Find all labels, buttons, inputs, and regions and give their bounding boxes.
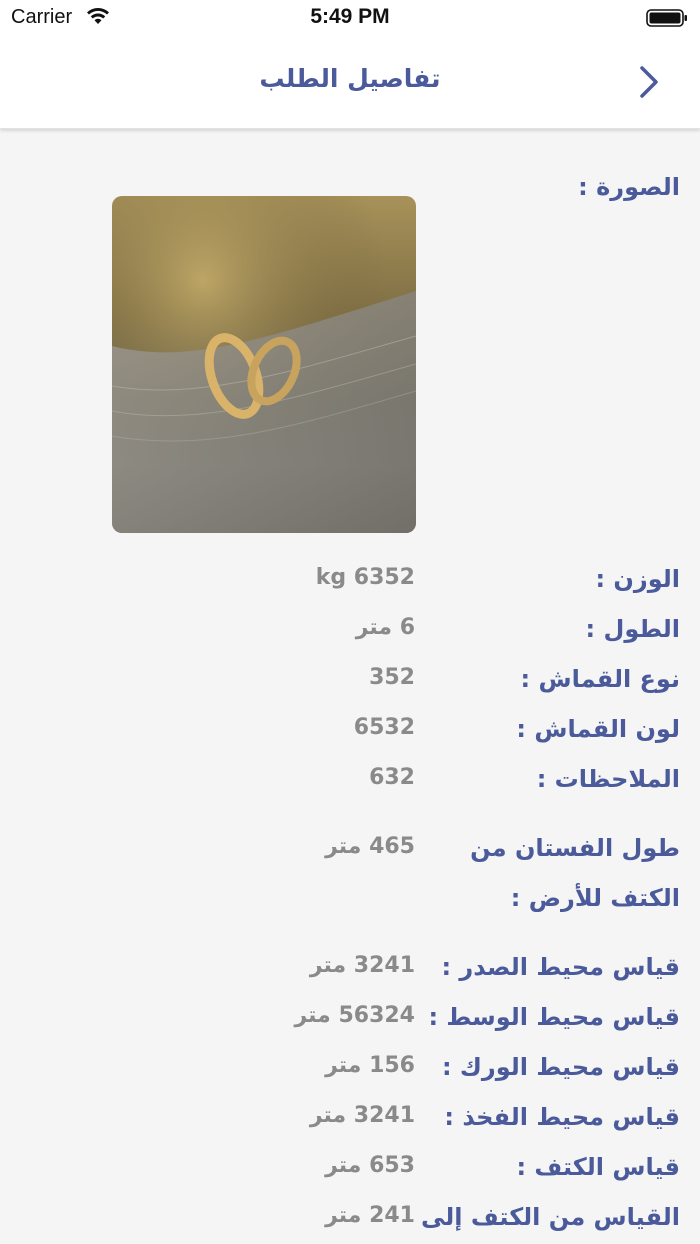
weight-value: kg 6352 (315, 565, 415, 590)
shoulder-to-label: القياس من الكتف إلى (420, 1203, 680, 1231)
rings-image (112, 196, 416, 533)
shoulder-value: 653 متر (325, 1153, 415, 1178)
length-value: 6 متر (355, 615, 415, 640)
chevron-right-icon (640, 66, 658, 98)
fabric-color-label: لون القماش : (516, 715, 680, 743)
status-time: 5:49 PM (310, 5, 390, 28)
shoulder-to-value: 241 متر (325, 1203, 415, 1228)
hip-label: قياس محيط الورك : (441, 1053, 680, 1081)
chest-label: قياس محيط الصدر : (441, 953, 680, 981)
dress-length-label-line1: طول الفستان من (470, 834, 680, 862)
dress-length-label-line2: الكتف للأرض : (510, 884, 680, 912)
thigh-label: قياس محيط الفخذ : (444, 1103, 680, 1131)
order-photo[interactable] (112, 196, 416, 533)
navigation-bar: تفاصيل الطلب (0, 40, 700, 129)
back-button[interactable] (628, 62, 672, 102)
waist-value: 56324 متر (294, 1003, 416, 1028)
notes-value: 632 (369, 765, 415, 790)
chest-value: 3241 متر (309, 953, 415, 978)
waist-label: قياس محيط الوسط : (428, 1003, 680, 1031)
dress-length-value: 465 متر (325, 834, 415, 859)
shoulder-label: قياس الكتف : (516, 1153, 680, 1181)
fabric-type-label: نوع القماش : (520, 665, 681, 693)
weight-label: الوزن : (595, 565, 680, 593)
photo-label: الصورة : (578, 173, 680, 201)
page-title: تفاصيل الطلب (259, 64, 441, 93)
battery-icon (646, 9, 688, 27)
fabric-color-value: 6532 (353, 715, 415, 740)
fabric-type-value: 352 (369, 665, 415, 690)
hip-value: 156 متر (325, 1053, 415, 1078)
thigh-value: 3241 متر (309, 1103, 415, 1128)
notes-label: الملاحظات : (536, 765, 680, 793)
order-details: الصورة : الوزن : kg 6352 الطول : 6 متر ن… (0, 129, 700, 1244)
length-label: الطول : (585, 615, 680, 643)
status-bar: Carrier 5:49 PM (0, 0, 700, 40)
